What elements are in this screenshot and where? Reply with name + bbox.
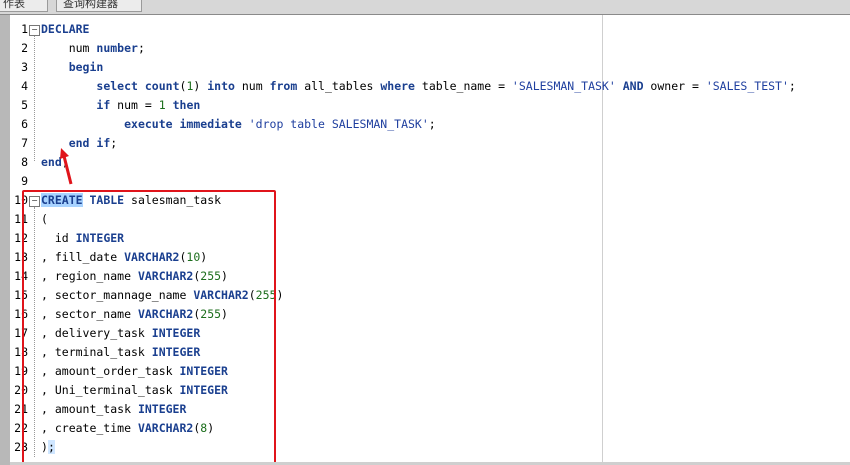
line-number: 8 [21,155,28,169]
fold-guide-line [34,36,35,161]
tab-worksheet-label: 作表 [3,0,25,10]
code-line: begin [68,60,104,74]
code-line: num number; [41,41,145,55]
code-line: DECLARE [41,22,90,36]
annotation-arrow-icon [60,148,73,185]
line-number: 1 [21,22,28,36]
annotation-highlight-box [22,190,276,464]
line-number: 4 [21,79,28,93]
tab-worksheet[interactable]: 作表 [0,0,48,12]
code-line: if num = 1 then [96,98,201,112]
code-line: select count(1) into num from all_tables… [96,79,796,93]
line-number: 3 [21,60,28,74]
side-panel-edge [0,15,10,465]
code-line: execute immediate 'drop table SALESMAN_T… [124,117,436,131]
line-number: 6 [21,117,28,131]
line-number: 7 [21,136,28,150]
tab-query-builder[interactable]: 查询构建器 [56,0,142,12]
fold-toggle-icon[interactable]: − [29,25,40,36]
code-line: end if; [68,136,118,150]
line-number: 9 [21,174,28,188]
line-number: 5 [21,98,28,112]
line-number: 2 [21,41,28,55]
tab-bar: 作表 查询构建器 [0,0,850,15]
tab-query-builder-label: 查询构建器 [63,0,118,10]
